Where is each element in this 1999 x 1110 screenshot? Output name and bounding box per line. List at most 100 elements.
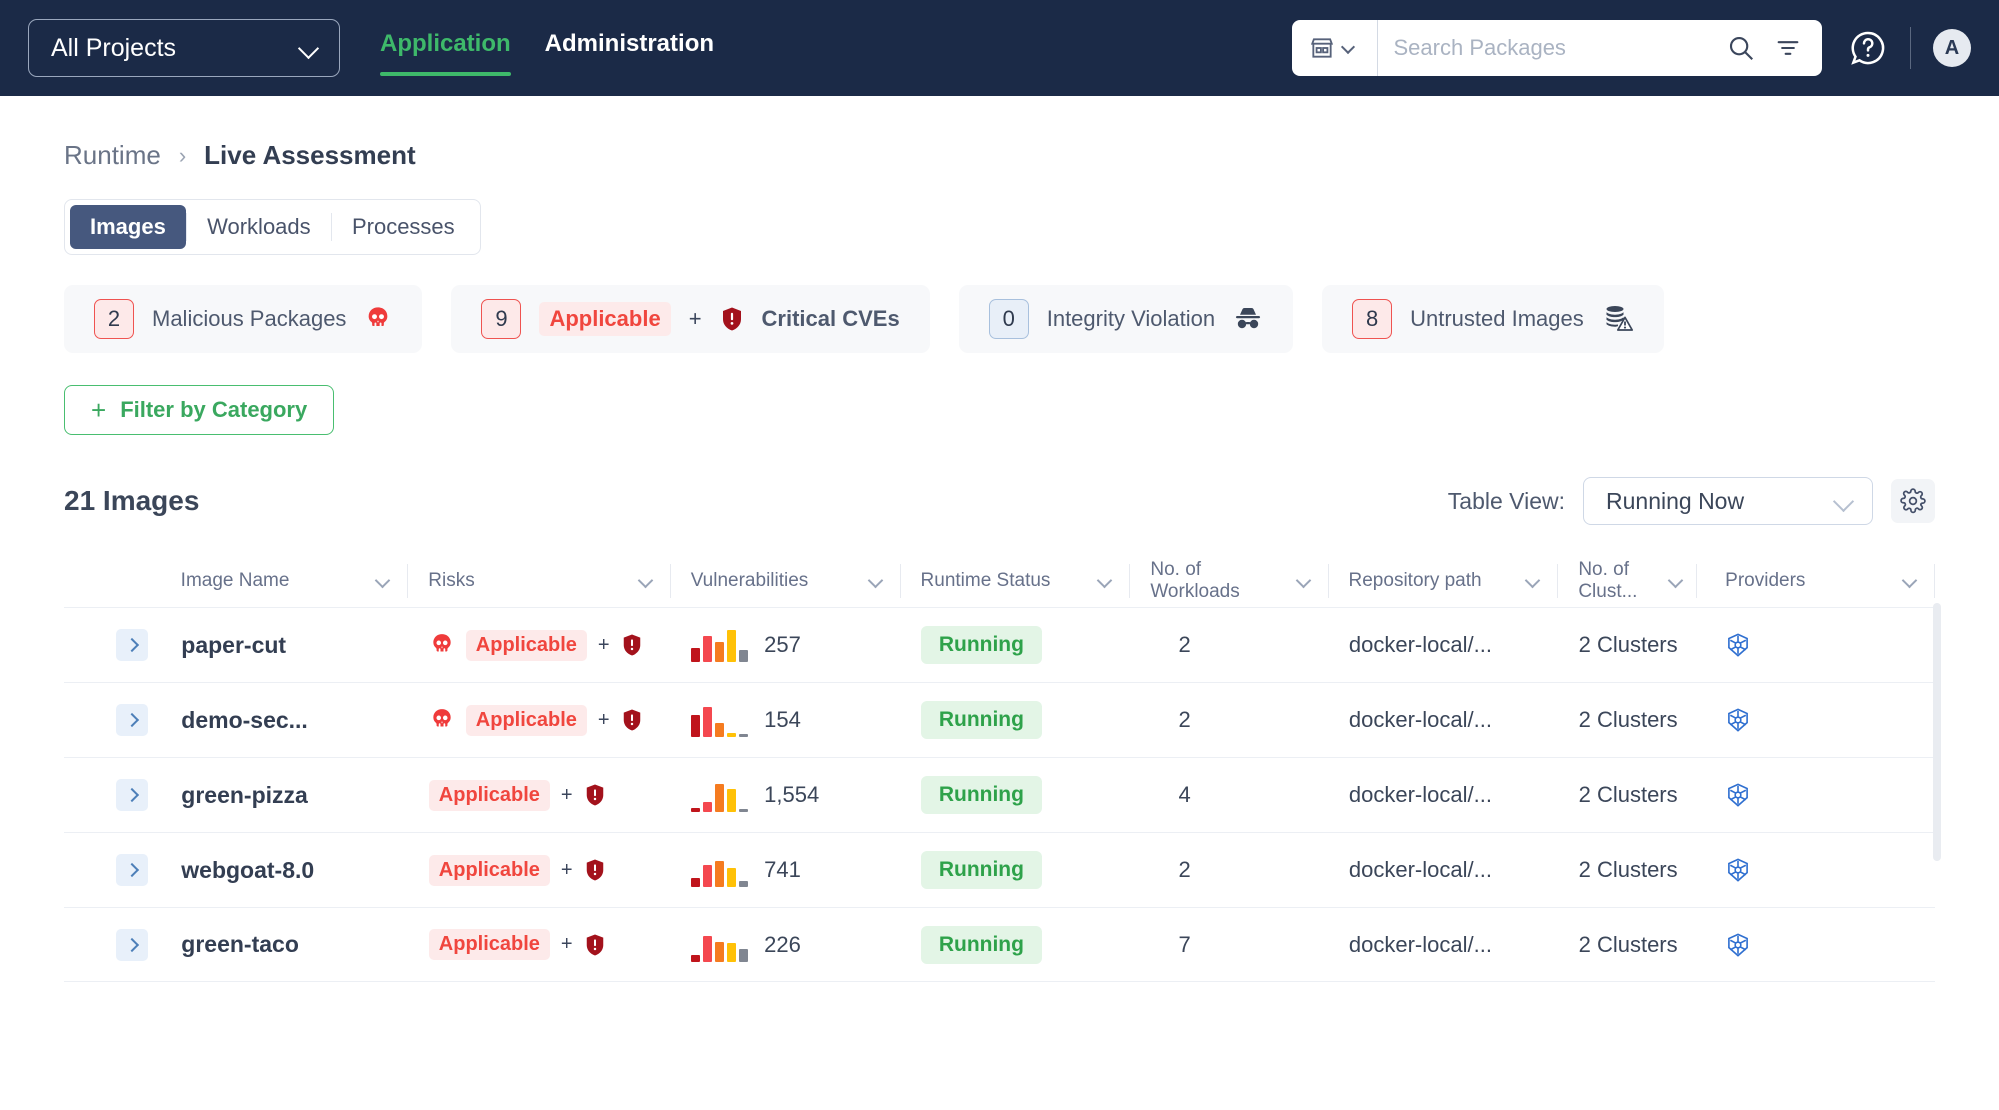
severity-bar	[691, 715, 701, 737]
column-header-vulnerabilities[interactable]: Vulnerabilities	[671, 564, 901, 598]
table-header-row: Image Name Risks Vulnerabilities Runtime…	[64, 555, 1935, 607]
table-view-controls: Table View: Running Now	[1448, 477, 1935, 525]
cell-repository-path: docker-local/...	[1329, 707, 1559, 733]
filter-icon[interactable]	[1774, 34, 1802, 62]
workload-count: 2	[1178, 857, 1191, 882]
skull-icon	[429, 632, 455, 658]
nav-item-application[interactable]: Application	[380, 30, 511, 76]
table-row[interactable]: green-taco Applicable + 226 Running 7 do…	[64, 907, 1935, 982]
search-icon[interactable]	[1726, 33, 1756, 63]
table-settings-button[interactable]	[1891, 479, 1935, 523]
column-label: Repository path	[1348, 570, 1482, 591]
table-view-select[interactable]: Running Now	[1583, 477, 1873, 525]
breadcrumb: Runtime › Live Assessment	[64, 140, 1935, 171]
project-selector[interactable]: All Projects	[28, 19, 340, 77]
expand-row-button[interactable]	[116, 629, 148, 661]
severity-bar-chart	[691, 703, 749, 737]
column-header-providers[interactable]: Providers	[1697, 564, 1935, 598]
cell-clusters: 2 Clusters	[1559, 707, 1698, 733]
page-body: Runtime › Live Assessment Images Workloa…	[0, 140, 1999, 982]
applicable-chip: Applicable	[465, 629, 587, 661]
severity-bar	[703, 636, 713, 662]
image-name-label: green-pizza	[181, 781, 308, 808]
image-name-label: paper-cut	[181, 631, 287, 658]
stat-count: 2	[94, 299, 134, 339]
stat-card-integrity-violation[interactable]: 0 Integrity Violation	[958, 285, 1294, 353]
row-expand-cell	[64, 779, 181, 811]
expand-row-button[interactable]	[116, 779, 148, 811]
kubernetes-icon	[1725, 632, 1751, 658]
applicable-chip: Applicable	[428, 854, 550, 886]
row-expand-cell	[64, 629, 181, 661]
expand-row-button[interactable]	[116, 928, 148, 961]
table-row[interactable]: paper-cut Applicable + 257 Running 2 doc…	[64, 607, 1935, 682]
severity-bar	[715, 642, 725, 662]
column-header-risks[interactable]: Risks	[408, 564, 671, 598]
nav-item-administration[interactable]: Administration	[545, 30, 714, 66]
cell-risks: Applicable +	[409, 929, 671, 960]
severity-bar	[739, 809, 749, 812]
help-circle-icon[interactable]	[1848, 28, 1888, 68]
severity-bar-chart	[691, 853, 749, 887]
table-row[interactable]: green-pizza Applicable + 1,554 Running 4…	[64, 757, 1935, 832]
search-box	[1291, 20, 1822, 76]
severity-bar	[703, 935, 713, 962]
vulnerability-count: 154	[764, 707, 801, 732]
cell-risks: Applicable +	[409, 704, 671, 736]
cell-workloads: 4	[1131, 782, 1329, 808]
chevron-down-icon	[1902, 573, 1918, 589]
cell-workloads: 2	[1131, 707, 1329, 733]
avatar-initial: A	[1944, 36, 1960, 59]
status-badge: Running	[920, 701, 1042, 739]
table-row[interactable]: webgoat-8.0 Applicable + 741 Running 2 d…	[64, 832, 1935, 907]
cell-providers	[1697, 932, 1935, 958]
stat-card-malicious-packages[interactable]: 2 Malicious Packages	[64, 285, 423, 353]
column-header-clusters[interactable]: No. of Clust...	[1558, 559, 1698, 602]
skull-icon	[429, 707, 455, 733]
main-nav: Application Administration	[380, 30, 714, 76]
workload-count: 2	[1178, 632, 1191, 657]
tab-processes[interactable]: Processes	[332, 205, 475, 249]
tab-workloads[interactable]: Workloads	[187, 205, 331, 249]
severity-bar	[727, 942, 737, 962]
chevron-down-icon	[1296, 573, 1312, 589]
shield-alert-icon	[584, 858, 606, 882]
vulnerability-count: 1,554	[764, 782, 820, 807]
stat-label: Malicious Packages	[152, 306, 347, 331]
column-header-repository-path[interactable]: Repository path	[1329, 564, 1559, 598]
severity-bar	[727, 789, 737, 812]
severity-bar	[727, 630, 737, 662]
avatar[interactable]: A	[1933, 29, 1971, 67]
tab-images[interactable]: Images	[70, 205, 186, 249]
column-header-image-name[interactable]: Image Name	[181, 564, 409, 598]
expand-row-button[interactable]	[116, 704, 148, 736]
table-row[interactable]: demo-sec... Applicable + 154 Running 2 d…	[64, 682, 1935, 757]
image-name-label: webgoat-8.0	[181, 856, 315, 883]
search-input[interactable]	[1377, 20, 1726, 76]
filter-by-category-button[interactable]: + Filter by Category	[64, 385, 335, 435]
column-header-workloads[interactable]: No. of Workloads	[1130, 559, 1329, 602]
severity-bar	[691, 808, 701, 812]
severity-bar	[739, 734, 749, 737]
image-name-label: green-taco	[181, 931, 299, 957]
stat-card-untrusted-images[interactable]: 8 Untrusted Images	[1322, 285, 1664, 353]
repository-path-label: docker-local/...	[1348, 707, 1492, 732]
stat-card-critical-cves[interactable]: 9 Applicable + Critical CVEs	[451, 285, 930, 353]
cell-clusters: 2 Clusters	[1559, 857, 1698, 883]
breadcrumb-root[interactable]: Runtime	[64, 140, 161, 171]
cell-risks: Applicable +	[409, 779, 671, 811]
severity-bar	[727, 733, 737, 737]
column-header-runtime-status[interactable]: Runtime Status	[901, 564, 1131, 598]
stat-label: Integrity Violation	[1046, 306, 1216, 331]
row-expand-cell	[64, 928, 181, 961]
gear-icon	[1900, 488, 1926, 514]
expand-row-button[interactable]	[116, 854, 148, 886]
cell-repository-path: docker-local/...	[1329, 857, 1559, 883]
table-scrollbar[interactable]	[1933, 603, 1941, 861]
applicable-chip: Applicable	[428, 929, 550, 960]
repository-scope-picker[interactable]	[1292, 20, 1378, 76]
cluster-count-label: 2 Clusters	[1578, 931, 1678, 957]
vulnerability-count: 741	[764, 857, 801, 882]
plus-separator: +	[560, 933, 573, 955]
plus-separator: +	[688, 306, 702, 331]
